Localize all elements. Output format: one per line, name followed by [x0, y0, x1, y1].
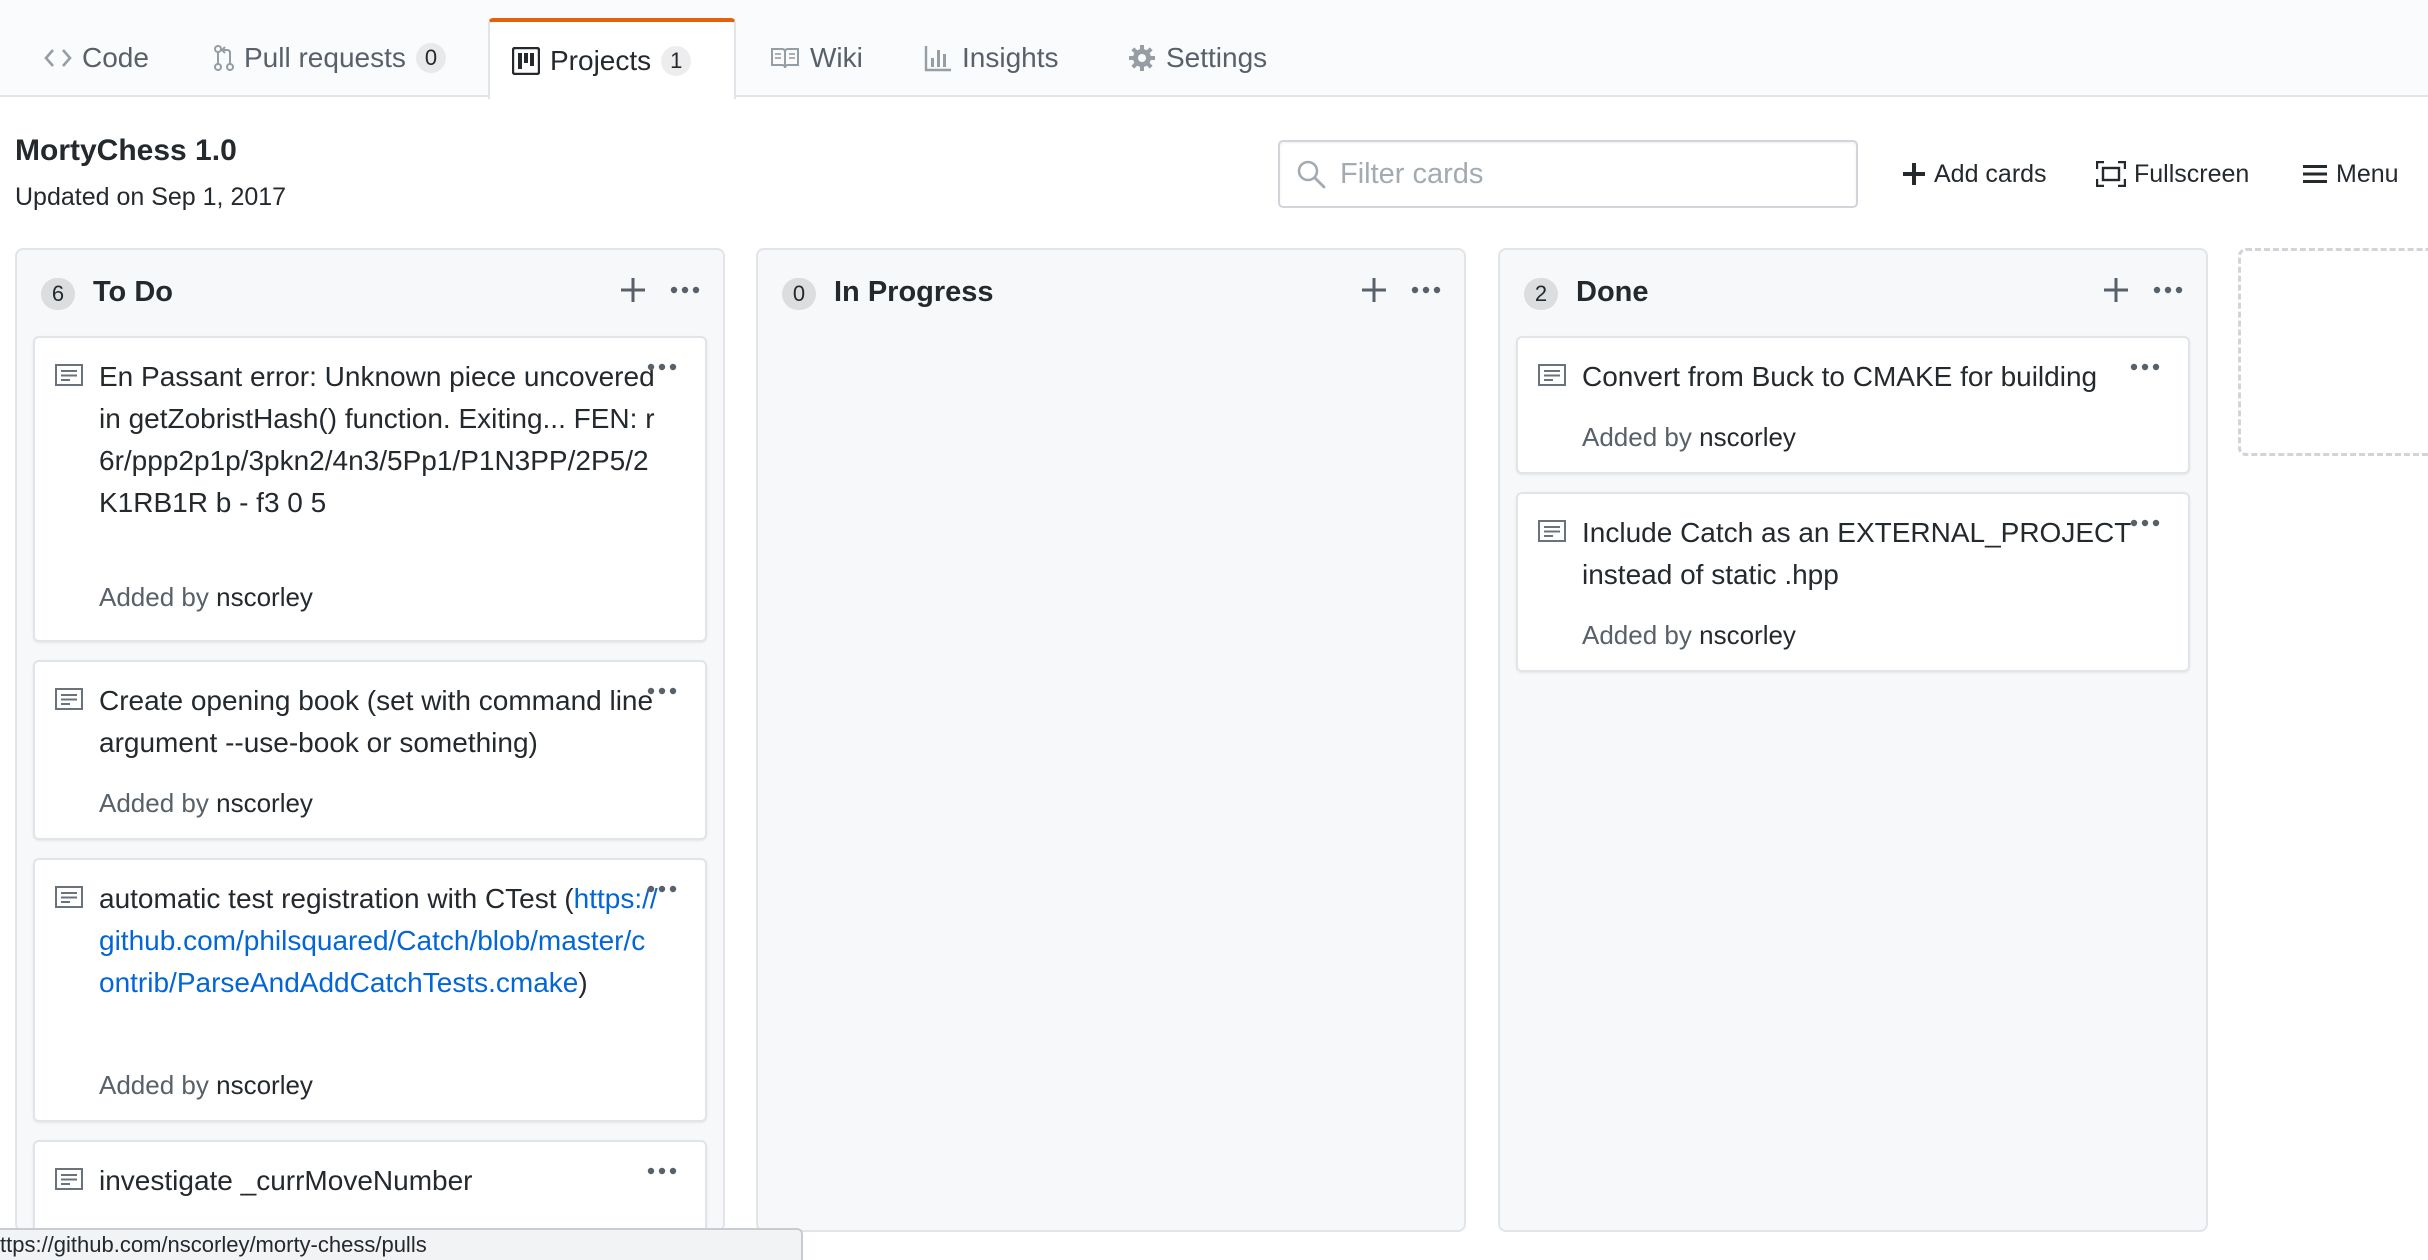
note-icon [1538, 520, 1566, 547]
card-note: Convert from Buck to CMAKE for building [1582, 361, 2098, 392]
card-meta: Added by nscorley [99, 788, 313, 819]
graph-icon [924, 44, 952, 72]
code-icon [44, 47, 72, 69]
card-meta: Added by nscorley [99, 1070, 313, 1101]
git-pull-request-icon [214, 44, 234, 72]
add-cards-label: Add cards [1934, 159, 2047, 188]
column-in-progress: 0 In Progress [756, 248, 1466, 1232]
card-note: En Passant error: Unknown piece uncovere… [99, 361, 655, 518]
card-author-link[interactable]: nscorley [1699, 422, 1796, 452]
card-note-suffix: ) [578, 967, 588, 998]
card-meta: Added by nscorley [1582, 620, 1796, 651]
tab-insights-label: Insights [962, 41, 1059, 73]
card-meta: Added by nscorley [99, 582, 313, 613]
tab-code-label: Code [82, 41, 149, 73]
tab-projects-label: Projects [550, 44, 652, 76]
projects-counter: 1 [661, 45, 692, 76]
tab-wiki-label: Wiki [810, 41, 863, 73]
card-author-link[interactable]: nscorley [216, 788, 313, 818]
book-icon [770, 46, 800, 70]
column-header: 6 To Do [17, 250, 723, 334]
project-card[interactable]: Include Catch as an EXTERNAL_PROJECT ins… [1516, 492, 2190, 672]
note-icon [55, 688, 83, 715]
note-icon [1538, 364, 1566, 391]
menu-button[interactable]: Menu [2302, 150, 2399, 198]
note-icon [55, 364, 83, 391]
project-card[interactable]: automatic test registration with CTest (… [33, 858, 707, 1122]
project-card[interactable]: Convert from Buck to CMAKE for building … [1516, 336, 2190, 474]
tab-projects[interactable]: Projects 1 [488, 18, 736, 99]
pull-requests-counter: 0 [415, 42, 447, 73]
project-title: MortyChess 1.0 [15, 134, 237, 167]
card-meta: Added by nscorley [1582, 422, 1796, 453]
note-icon [55, 886, 83, 913]
card-menu-kebab-icon[interactable] [647, 682, 677, 700]
project-updated: Updated on Sep 1, 2017 [15, 183, 287, 211]
tab-pull-requests-label: Pull requests [244, 41, 406, 73]
column-menu-kebab-icon[interactable] [665, 270, 705, 310]
filter-cards-field[interactable] [1278, 140, 1858, 208]
add-card-plus-icon[interactable] [2096, 270, 2136, 310]
project-card[interactable]: investigate _currMoveNumber [33, 1140, 707, 1230]
hamburger-icon [2302, 163, 2336, 185]
added-by-label: Added by [99, 788, 209, 818]
fullscreen-button[interactable]: Fullscreen [2096, 150, 2249, 198]
column-card-count: 2 [1524, 278, 1558, 310]
filter-cards-input[interactable] [1340, 157, 1820, 191]
repo-tabnav: Code Pull requests 0 Projects 1 Wiki Ins… [0, 0, 2428, 99]
tab-settings-label: Settings [1166, 41, 1268, 73]
tab-insights[interactable]: Insights [902, 18, 1081, 97]
search-icon [1296, 159, 1326, 189]
add-card-plus-icon[interactable] [613, 270, 653, 310]
fullscreen-label: Fullscreen [2134, 159, 2250, 188]
column-menu-kebab-icon[interactable] [2148, 270, 2188, 310]
column-card-count: 6 [41, 278, 75, 310]
added-by-label: Added by [99, 1070, 209, 1100]
tab-wiki[interactable]: Wiki [748, 18, 885, 97]
card-author-link[interactable]: nscorley [216, 1070, 313, 1100]
card-note: Include Catch as an EXTERNAL_PROJECT ins… [1582, 517, 2131, 590]
added-by-label: Added by [1582, 422, 1692, 452]
add-column-placeholder[interactable] [2238, 248, 2428, 456]
add-card-plus-icon[interactable] [1354, 270, 1394, 310]
column-name: In Progress [834, 276, 994, 308]
card-note: investigate _currMoveNumber [99, 1165, 473, 1196]
column-card-count: 0 [782, 278, 816, 310]
tab-pull-requests[interactable]: Pull requests 0 [192, 18, 468, 97]
project-card[interactable]: En Passant error: Unknown piece uncovere… [33, 336, 707, 642]
card-note: automatic test registration with CTest (… [99, 878, 659, 1004]
gear-icon [1128, 44, 1156, 72]
tab-settings[interactable]: Settings [1106, 18, 1289, 97]
fullscreen-icon [2096, 161, 2134, 187]
card-author-link[interactable]: nscorley [1699, 620, 1796, 650]
menu-label: Menu [2336, 159, 2399, 188]
project-icon [512, 46, 540, 75]
browser-status-bar: ttps://github.com/nscorley/morty-chess/p… [0, 1228, 803, 1260]
tab-code[interactable]: Code [22, 18, 171, 97]
added-by-label: Added by [1582, 620, 1692, 650]
column-todo: 6 To Do En Passant error: Unknown piece … [15, 248, 725, 1232]
column-menu-kebab-icon[interactable] [1406, 270, 1446, 310]
plus-icon [1902, 162, 1934, 186]
card-menu-kebab-icon[interactable] [2130, 358, 2160, 376]
card-note: Create opening book (set with command li… [99, 685, 654, 758]
card-note-prefix: automatic test registration with CTest ( [99, 883, 574, 914]
added-by-label: Added by [99, 582, 209, 612]
column-header: 0 In Progress [758, 250, 1464, 334]
column-done: 2 Done Convert from Buck to CMAKE for bu… [1498, 248, 2208, 1232]
card-menu-kebab-icon[interactable] [647, 1162, 677, 1180]
card-menu-kebab-icon[interactable] [647, 880, 677, 898]
add-cards-button[interactable]: Add cards [1902, 150, 2047, 198]
card-menu-kebab-icon[interactable] [2130, 514, 2160, 532]
card-menu-kebab-icon[interactable] [647, 358, 677, 376]
column-name: To Do [93, 276, 173, 308]
column-header: 2 Done [1500, 250, 2206, 334]
card-author-link[interactable]: nscorley [216, 582, 313, 612]
column-name: Done [1576, 276, 1649, 308]
project-card[interactable]: Create opening book (set with command li… [33, 660, 707, 840]
note-icon [55, 1168, 83, 1195]
